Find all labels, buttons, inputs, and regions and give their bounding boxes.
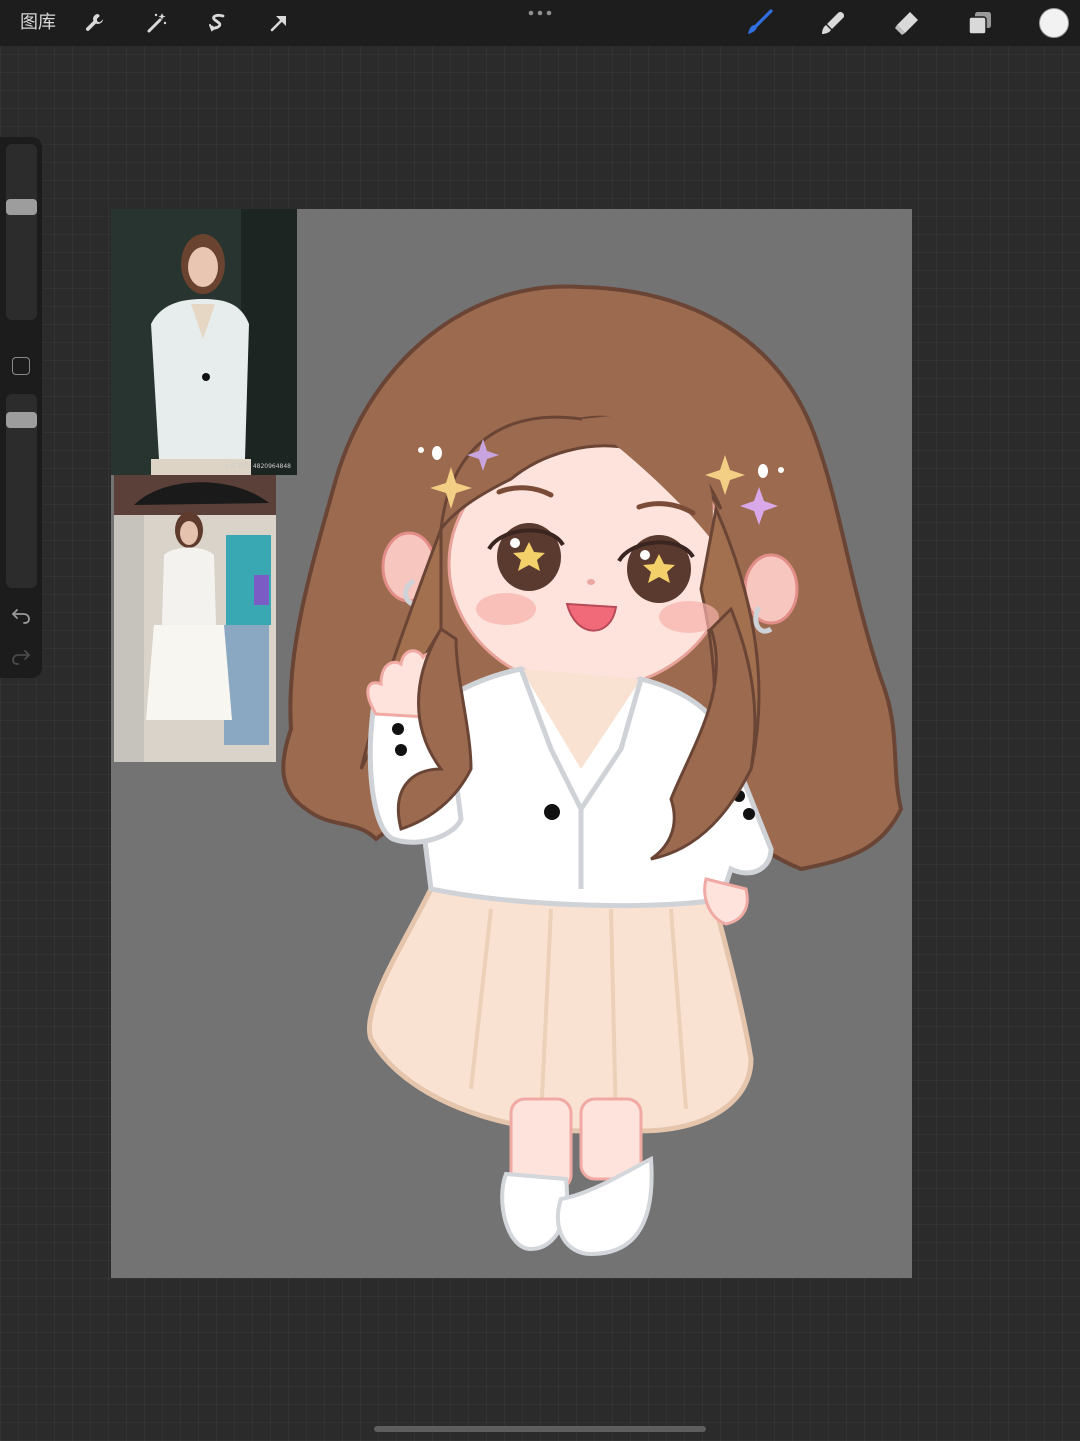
layers-icon[interactable] bbox=[965, 8, 995, 38]
drawing-canvas[interactable]: 小红书号: 4820964848 bbox=[111, 209, 912, 1278]
color-picker-button[interactable] bbox=[1039, 8, 1069, 38]
gallery-button[interactable]: 图库 bbox=[20, 11, 56, 35]
eraser-icon[interactable] bbox=[891, 8, 921, 38]
reference-photo-1-caption: 小红书号: 4820964848 bbox=[224, 463, 291, 470]
more-options-icon[interactable] bbox=[526, 6, 554, 20]
selection-s-icon[interactable] bbox=[203, 8, 233, 38]
reference-photo-1[interactable]: 小红书号: 4820964848 bbox=[111, 209, 297, 475]
smudge-icon[interactable] bbox=[818, 8, 848, 38]
modify-square-icon[interactable] bbox=[12, 357, 30, 375]
opacity-thumb[interactable] bbox=[6, 412, 37, 428]
reference-photo-2-image bbox=[114, 475, 276, 762]
redo-icon[interactable] bbox=[9, 645, 33, 667]
brush-icon[interactable] bbox=[744, 8, 774, 38]
reference-photo-2[interactable] bbox=[114, 475, 276, 762]
brush-size-thumb[interactable] bbox=[6, 199, 37, 215]
top-toolbar: 图库 bbox=[0, 0, 1080, 46]
magic-wand-icon[interactable] bbox=[142, 8, 172, 38]
transform-arrow-icon[interactable] bbox=[264, 8, 294, 38]
reference-photo-1-image bbox=[111, 209, 297, 475]
undo-icon[interactable] bbox=[9, 604, 33, 626]
left-sidebar bbox=[0, 137, 42, 678]
home-indicator[interactable] bbox=[374, 1426, 706, 1432]
wrench-icon[interactable] bbox=[80, 8, 110, 38]
brush-size-slider[interactable] bbox=[6, 144, 37, 320]
